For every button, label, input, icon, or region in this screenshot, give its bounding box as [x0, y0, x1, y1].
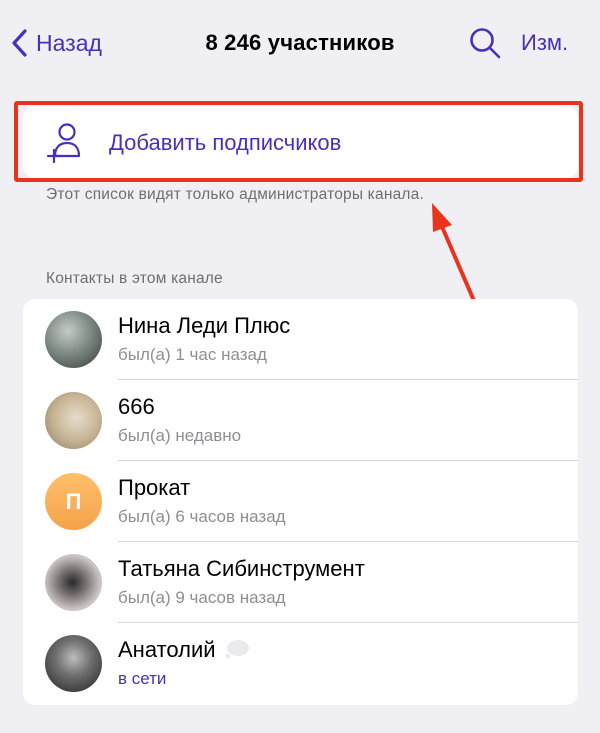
avatar	[45, 554, 102, 611]
contact-name: Нина Леди Плюс	[118, 313, 291, 338]
list-item[interactable]: Татьяна Сибинструмент был(а) 9 часов наз…	[23, 542, 578, 623]
list-item[interactable]: Анатолий в сети	[23, 623, 578, 704]
avatar	[45, 311, 102, 368]
page-title: 8 246 участников	[205, 30, 395, 55]
contact-name: Татьяна Сибинструмент	[118, 556, 365, 581]
avatar	[45, 635, 102, 692]
edit-button[interactable]: Изм.	[521, 30, 568, 56]
avatar: П	[45, 473, 102, 530]
navigation-bar: Назад 8 246 участников Изм.	[0, 0, 600, 86]
contact-status: был(а) 1 час назад	[118, 345, 267, 364]
admin-visibility-hint: Этот список видят только администраторы …	[46, 186, 424, 203]
list-item[interactable]: 666 был(а) недавно	[23, 380, 578, 461]
typing-bubble-icon	[225, 640, 249, 659]
contact-name: 666	[118, 394, 155, 419]
contact-name: Прокат	[118, 475, 191, 500]
contact-status: был(а) 6 часов назад	[118, 507, 286, 526]
contacts-section-header: Контакты в этом канале	[46, 270, 223, 287]
list-item[interactable]: П Прокат был(а) 6 часов назад	[23, 461, 578, 542]
contacts-list: Нина Леди Плюс был(а) 1 час назад 666 бы…	[23, 299, 578, 705]
avatar	[45, 392, 102, 449]
contact-status: в сети	[118, 669, 167, 688]
contact-status: был(а) недавно	[118, 426, 242, 445]
search-icon[interactable]	[468, 26, 502, 60]
contact-status: был(а) 9 часов назад	[118, 588, 286, 607]
list-item[interactable]: Нина Леди Плюс был(а) 1 час назад	[23, 299, 578, 380]
highlight-frame	[14, 101, 583, 182]
contact-name-text: Анатолий	[118, 637, 216, 662]
contact-name: Анатолий	[118, 637, 250, 663]
